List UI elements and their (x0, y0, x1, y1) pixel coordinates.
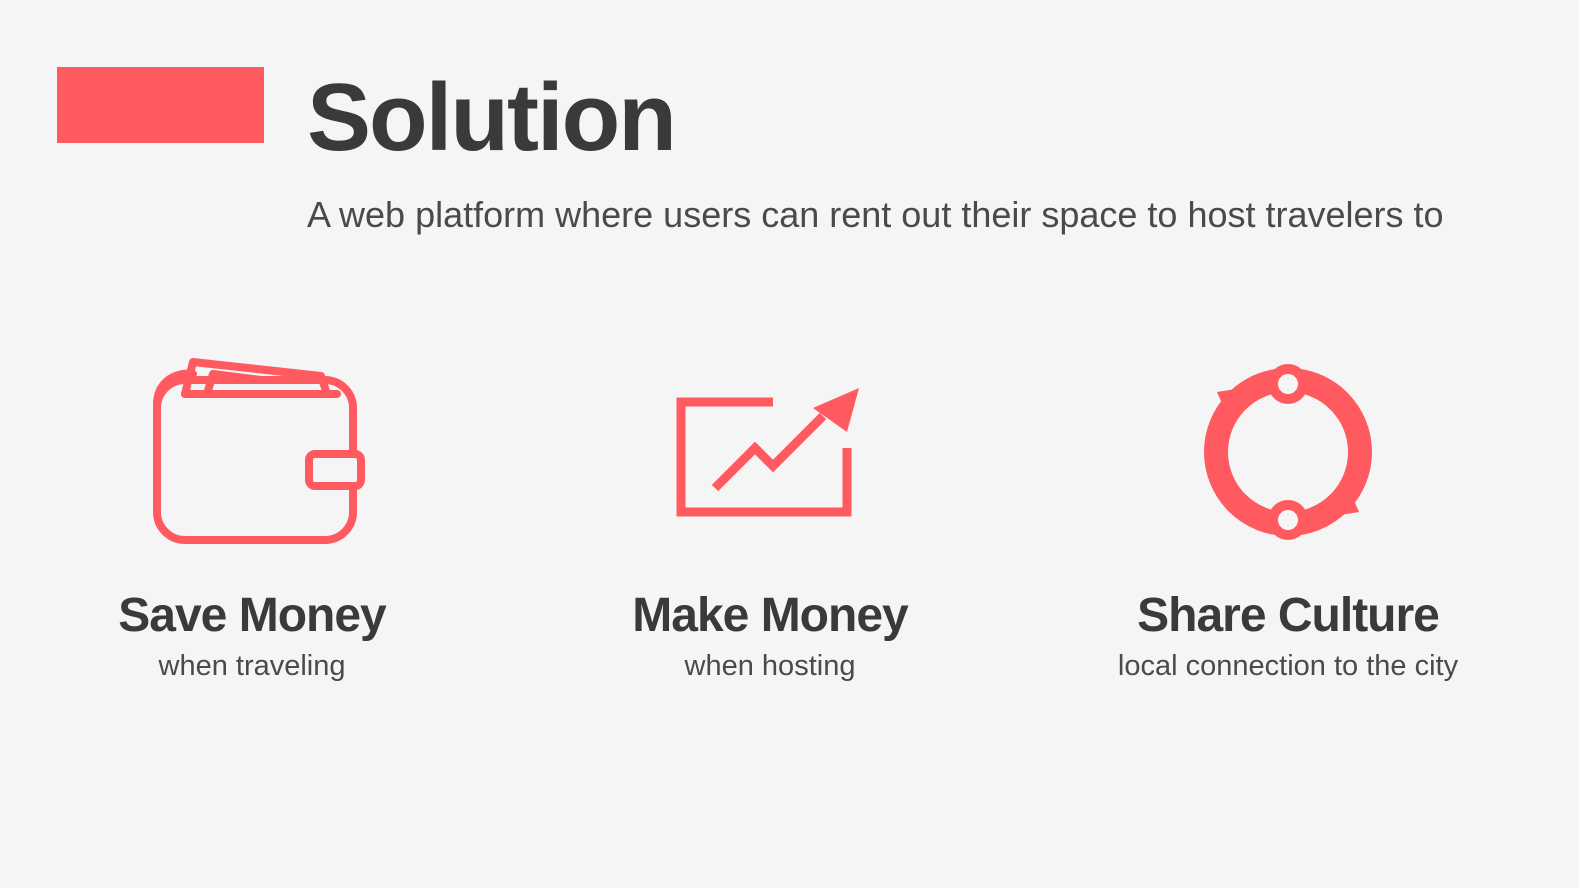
feature-title: Save Money (118, 589, 386, 642)
feature-description: local connection to the city (1117, 649, 1459, 682)
feature-title: Make Money (632, 589, 908, 642)
feature-description: when hosting (684, 649, 856, 682)
slide-subtitle: A web platform where users can rent out … (307, 194, 1444, 235)
wallet-icon (153, 358, 365, 544)
feature-title: Share Culture (1137, 589, 1440, 642)
feature-make-money: Make Money when hosting (540, 350, 1000, 684)
cycle-arrows-icon (1204, 364, 1372, 540)
accent-bar (57, 67, 264, 143)
feature-save-money: Save Money when traveling (22, 350, 482, 684)
growth-chart-icon (676, 388, 859, 517)
feature-share-culture: Share Culture local connection to the ci… (1058, 350, 1518, 684)
slide-title: Solution (307, 64, 677, 171)
feature-description: when traveling (158, 649, 346, 682)
